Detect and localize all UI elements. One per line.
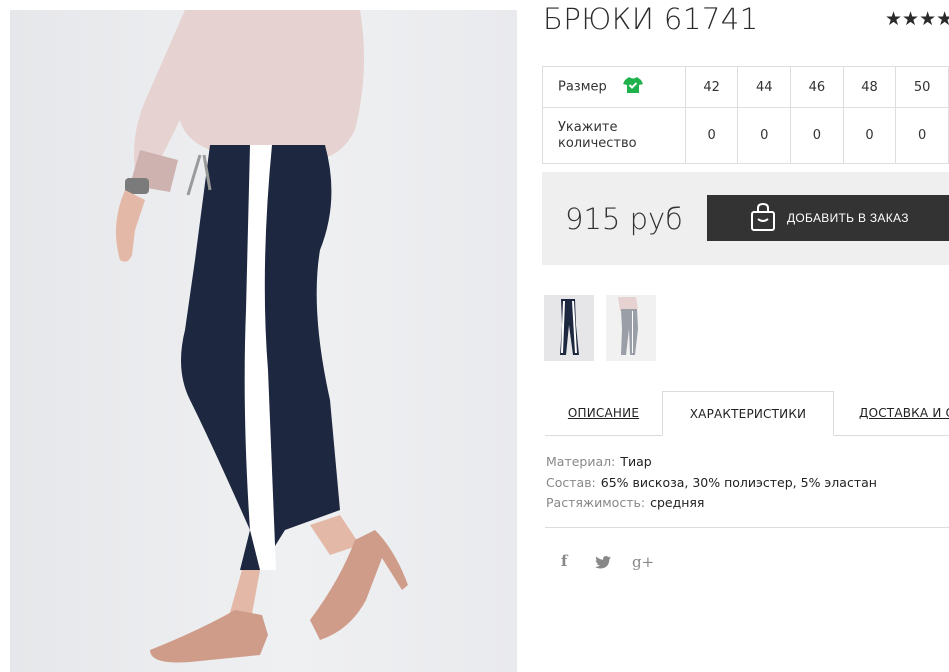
- tab-description[interactable]: ОПИСАНИЕ: [545, 391, 662, 435]
- characteristics-list: Материал: Тиар Состав: 65% вискоза, 30% по…: [546, 452, 877, 514]
- spec-value: средняя: [650, 495, 705, 510]
- spec-key: Материал:: [546, 454, 616, 469]
- tab-delivery-label: ДОСТАВКА И ОПЛАТА: [859, 406, 949, 420]
- size-46: 46: [790, 66, 844, 108]
- quantity-input-42[interactable]: 0: [684, 107, 739, 164]
- product-thumbnail-2[interactable]: [606, 295, 656, 361]
- add-to-order-button[interactable]: ДОБАВИТЬ В ЗАКАЗ: [707, 195, 949, 241]
- size-50: 50: [895, 66, 949, 108]
- content-divider: [545, 527, 949, 528]
- product-title: БРЮКИ 61741: [543, 2, 759, 36]
- size-row: Размер 42 44 46 48 50: [542, 66, 949, 108]
- spec-key: Состав:: [546, 474, 596, 490]
- tab-delivery[interactable]: ДОСТАВКА И ОПЛАТА: [859, 391, 949, 435]
- tab-description-label: ОПИСАНИЕ: [567, 406, 640, 420]
- spec-row-composition: Состав: 65% вискоза, 30% полиэстер, 5% эл…: [546, 473, 877, 494]
- google-plus-icon[interactable]: g+: [632, 553, 654, 571]
- product-main-photo[interactable]: [10, 10, 517, 672]
- quantity-label: Укажите количество: [542, 107, 686, 164]
- size-42: 42: [684, 66, 739, 108]
- size-label: Размер: [558, 79, 607, 95]
- rating-stars: ★★★★: [885, 8, 949, 30]
- spec-key: Растяжимость:: [546, 495, 646, 510]
- bag-icon: [750, 202, 776, 235]
- quantity-input-50[interactable]: 0: [895, 107, 949, 164]
- size-48: 48: [842, 66, 897, 108]
- quantity-input-48[interactable]: 0: [842, 107, 897, 164]
- quantity-input-44[interactable]: 0: [737, 107, 792, 164]
- tab-characteristics[interactable]: ХАРАКТЕРИСТИКИ: [662, 391, 834, 436]
- price-block: 915 руб ДОБАВИТЬ В ЗАКАЗ: [542, 172, 949, 265]
- add-to-order-label: ДОБАВИТЬ В ЗАКАЗ: [787, 211, 909, 225]
- size-label-cell: Размер: [542, 66, 686, 108]
- spec-row-stretch: Растяжимость: средняя: [546, 493, 877, 514]
- size-table: Размер 42 44 46 48 50 Укажите количество…: [542, 66, 949, 164]
- twitter-icon[interactable]: [595, 555, 611, 573]
- product-thumbnail-1[interactable]: [544, 295, 594, 361]
- tab-characteristics-label: ХАРАКТЕРИСТИКИ: [689, 406, 807, 421]
- quantity-input-46[interactable]: 0: [790, 107, 844, 164]
- spec-value: 65% вискоза, 30% полиэстер, 5% эластан: [600, 474, 877, 490]
- shirt-icon[interactable]: [622, 76, 643, 98]
- quantity-row: Укажите количество 0 0 0 0 0: [542, 107, 949, 164]
- facebook-icon[interactable]: f: [561, 552, 567, 570]
- price: 915 руб: [565, 202, 683, 236]
- product-photo-illustration: [116, 10, 408, 663]
- spec-value: Тиар: [620, 454, 652, 469]
- size-44: 44: [737, 66, 792, 108]
- spec-row-material: Материал: Тиар: [546, 452, 877, 473]
